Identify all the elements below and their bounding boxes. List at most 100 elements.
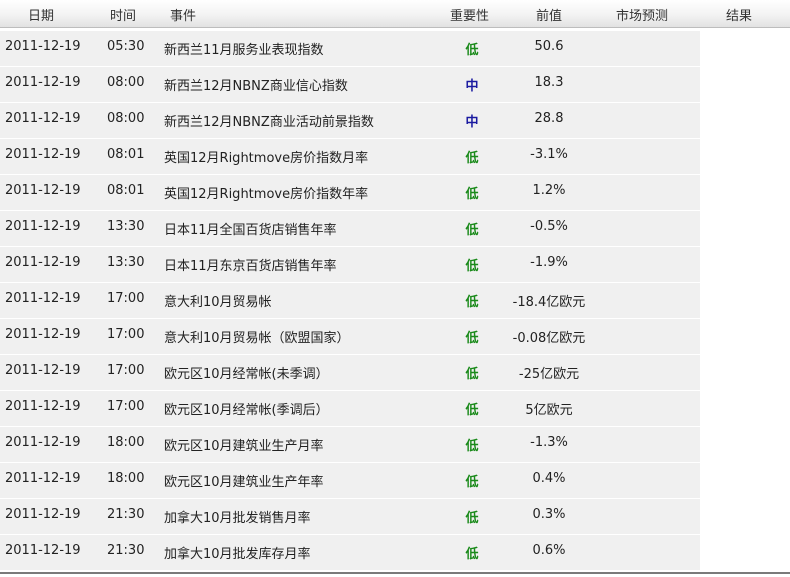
time-cell: 18:00: [107, 435, 145, 450]
time-cell: 08:01: [107, 183, 145, 198]
table-row: 2011-12-19 08:01 英国12月Rightmove房价指数年率 低 1.2%: [0, 175, 790, 211]
table-row: 2011-12-19 08:01 英国12月Rightmove房价指数月率 低 -3.1…: [0, 139, 790, 175]
time-cell: 05:30: [107, 39, 145, 54]
importance-cell: 低: [465, 295, 479, 310]
previous-value-cell: 0.6%: [532, 543, 566, 558]
event-cell: 意大利10月贸易帐: [164, 295, 272, 310]
table-row: 2011-12-19 21:30 加拿大10月批发库存月率 低 0.6%: [0, 535, 790, 571]
importance-cell: 低: [465, 367, 479, 382]
table-row: 2011-12-19 17:00 意大利10月贸易帐 低 -18.4亿欧元: [0, 283, 790, 319]
table-header: 日期 时间 事件 重要性 前值 市场预测 结果: [0, 0, 790, 28]
header-time: 时间: [110, 9, 137, 24]
calendar-table-body: 2011-12-19 05:30 新西兰11月服务业表现指数低 50.6 2011-12…: [0, 31, 790, 571]
event-cell: 欧元区10月建筑业生产年率: [164, 475, 324, 490]
header-importance: 重要性: [450, 9, 490, 24]
table-row: 2011-12-19 18:00 欧元区10月建筑业生产年率 低 0.4%: [0, 463, 790, 499]
event-cell: 英国12月Rightmove房价指数年率: [164, 187, 369, 202]
event-cell: 新西兰12月NBNZ商业活动前景指数: [164, 115, 374, 130]
event-cell: 加拿大10月批发库存月率: [164, 547, 311, 562]
table-row: 2011-12-19 18:00 欧元区10月建筑业生产月率 低 -1.3%: [0, 427, 790, 463]
importance-cell: 低: [465, 259, 479, 274]
previous-value-cell: -0.08亿欧元: [512, 331, 586, 346]
importance-cell: 低: [465, 331, 479, 346]
date-cell: 2011-12-19: [5, 255, 81, 270]
date-cell: 2011-12-19: [5, 219, 81, 234]
date-cell: 2011-12-19: [5, 291, 81, 306]
header-forecast: 市场预测: [616, 9, 669, 24]
previous-value-cell: -18.4亿欧元: [512, 295, 586, 310]
event-cell: 加拿大10月批发销售月率: [164, 511, 311, 526]
importance-cell: 中: [465, 79, 479, 94]
date-cell: 2011-12-19: [5, 111, 81, 126]
time-cell: 08:01: [107, 147, 145, 162]
previous-value-cell: 0.3%: [532, 507, 566, 522]
time-cell: 21:30: [107, 543, 145, 558]
previous-value-cell: 28.8: [534, 111, 564, 126]
importance-cell: 低: [465, 223, 479, 238]
table-row: 2011-12-19 13:30 日本11月全国百货店销售年率 低 -0.5%: [0, 211, 790, 247]
date-cell: 2011-12-19: [5, 363, 81, 378]
date-cell: 2011-12-19: [5, 435, 81, 450]
importance-cell: 低: [465, 151, 479, 166]
previous-value-cell: 5亿欧元: [525, 403, 573, 418]
table-row: 2011-12-19 08:00 新西兰12月NBNZ商业活动前景指数 中 28.8: [0, 103, 790, 139]
date-cell: 2011-12-19: [5, 471, 81, 486]
importance-cell: 低: [465, 511, 479, 526]
date-cell: 2011-12-19: [5, 147, 81, 162]
previous-value-cell: -0.5%: [530, 219, 568, 234]
date-cell: 2011-12-19: [5, 39, 81, 54]
table-bottom-border: [0, 572, 790, 574]
table-row: 2011-12-19 05:30 新西兰11月服务业表现指数 低 50.6: [0, 31, 790, 67]
time-cell: 08:00: [107, 75, 145, 90]
date-cell: 2011-12-19: [5, 75, 81, 90]
event-cell: 意大利10月贸易帐（欧盟国家）: [164, 331, 350, 346]
table-row: 2011-12-19 13:30 日本11月东京百货店销售年率 低 -1.9%: [0, 247, 790, 283]
date-cell: 2011-12-19: [5, 327, 81, 342]
event-cell: 英国12月Rightmove房价指数月率: [164, 151, 369, 166]
importance-cell: 低: [465, 439, 479, 454]
date-cell: 2011-12-19: [5, 183, 81, 198]
time-cell: 08:00: [107, 111, 145, 126]
previous-value-cell: 0.4%: [532, 471, 566, 486]
time-cell: 18:00: [107, 471, 145, 486]
previous-value-cell: -1.9%: [530, 255, 568, 270]
event-cell: 新西兰11月服务业表现指数: [164, 43, 324, 58]
event-cell: 日本11月全国百货店销售年率: [164, 223, 337, 238]
previous-value-cell: -25亿欧元: [518, 367, 580, 382]
date-cell: 2011-12-19: [5, 543, 81, 558]
importance-cell: 低: [465, 403, 479, 418]
event-cell: 新西兰12月NBNZ商业信心指数: [164, 79, 348, 94]
table-row: 2011-12-19 17:00 欧元区10月经常帐(季调后） 低 5亿欧元: [0, 391, 790, 427]
header-result: 结果: [726, 9, 753, 24]
date-cell: 2011-12-19: [5, 507, 81, 522]
time-cell: 17:00: [107, 399, 145, 414]
time-cell: 13:30: [107, 219, 145, 234]
time-cell: 21:30: [107, 507, 145, 522]
importance-cell: 中: [465, 115, 479, 130]
importance-cell: 低: [465, 547, 479, 562]
event-cell: 欧元区10月建筑业生产月率: [164, 439, 324, 454]
importance-cell: 低: [465, 43, 479, 58]
table-row: 2011-12-19 17:00 意大利10月贸易帐（欧盟国家） 低 -0.08亿欧元: [0, 319, 790, 355]
header-previous: 前值: [536, 9, 563, 24]
table-row: 2011-12-19 08:00 新西兰12月NBNZ商业信心指数 中 18.3: [0, 67, 790, 103]
event-cell: 欧元区10月经常帐(季调后）: [164, 403, 329, 418]
previous-value-cell: 18.3: [534, 75, 564, 90]
importance-cell: 低: [465, 475, 479, 490]
header-event: 事件: [170, 9, 197, 24]
table-row: 2011-12-19 17:00 欧元区10月经常帐(未季调） 低 -25亿欧元: [0, 355, 790, 391]
previous-value-cell: -1.3%: [530, 435, 568, 450]
time-cell: 17:00: [107, 327, 145, 342]
event-cell: 欧元区10月经常帐(未季调）: [164, 367, 329, 382]
previous-value-cell: 50.6: [534, 39, 564, 54]
importance-cell: 低: [465, 187, 479, 202]
previous-value-cell: 1.2%: [532, 183, 566, 198]
previous-value-cell: -3.1%: [530, 147, 568, 162]
time-cell: 13:30: [107, 255, 145, 270]
table-row: 2011-12-19 21:30 加拿大10月批发销售月率 低 0.3%: [0, 499, 790, 535]
header-date: 日期: [28, 9, 55, 24]
event-cell: 日本11月东京百货店销售年率: [164, 259, 337, 274]
time-cell: 17:00: [107, 291, 145, 306]
date-cell: 2011-12-19: [5, 399, 81, 414]
time-cell: 17:00: [107, 363, 145, 378]
